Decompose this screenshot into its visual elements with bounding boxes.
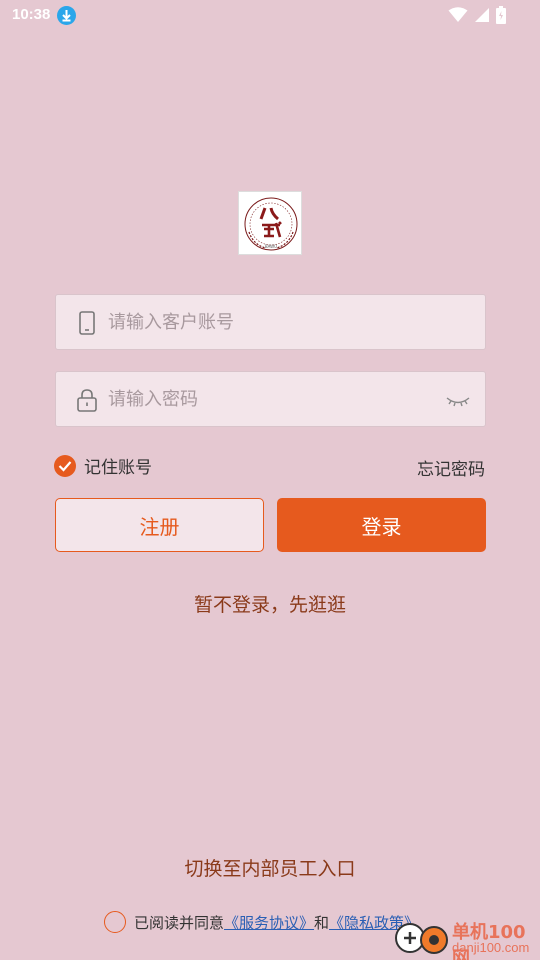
- phone-icon: [76, 311, 98, 335]
- password-input[interactable]: [108, 372, 438, 426]
- forgot-password-link[interactable]: 忘记密码: [417, 455, 485, 480]
- remember-account-label: 记住账号: [84, 458, 152, 478]
- guest-browse-link[interactable]: 暂不登录，先逛逛: [0, 590, 540, 617]
- remember-account-toggle[interactable]: 记住账号: [54, 453, 152, 478]
- app-logo: · BAWU ·: [238, 191, 302, 255]
- signal-icon: [475, 8, 489, 22]
- agreement-row: 已阅读并同意 《服务协议》 和 《隐私政策》: [104, 911, 419, 933]
- staff-entry-link[interactable]: 切换至内部员工入口: [0, 854, 540, 881]
- wifi-icon: [448, 7, 468, 22]
- watermark: 单机100网 danji100.com: [390, 916, 540, 960]
- battery-icon: [496, 6, 506, 24]
- account-field[interactable]: [55, 294, 486, 350]
- svg-text:· BAWU ·: · BAWU ·: [262, 244, 279, 249]
- checkmark-icon[interactable]: [54, 454, 76, 477]
- register-button[interactable]: 注册: [55, 498, 264, 552]
- login-button[interactable]: 登录: [277, 498, 486, 552]
- eye-closed-icon[interactable]: [445, 390, 471, 410]
- watermark-url: danji100.com: [452, 940, 530, 955]
- download-icon: [57, 6, 76, 25]
- account-input[interactable]: [108, 295, 438, 349]
- status-icons: [448, 6, 506, 24]
- service-agreement-link[interactable]: 《服务协议》: [224, 912, 314, 933]
- status-time: 10:38: [12, 6, 51, 23]
- agreement-prefix: 已阅读并同意: [134, 913, 225, 932]
- lock-icon: [76, 388, 98, 412]
- agreement-and: 和: [314, 913, 330, 932]
- password-field[interactable]: [55, 371, 486, 427]
- agreement-checkbox[interactable]: [104, 911, 126, 933]
- status-bar: 10:38: [0, 0, 540, 32]
- watermark-logo-icon: [395, 923, 448, 954]
